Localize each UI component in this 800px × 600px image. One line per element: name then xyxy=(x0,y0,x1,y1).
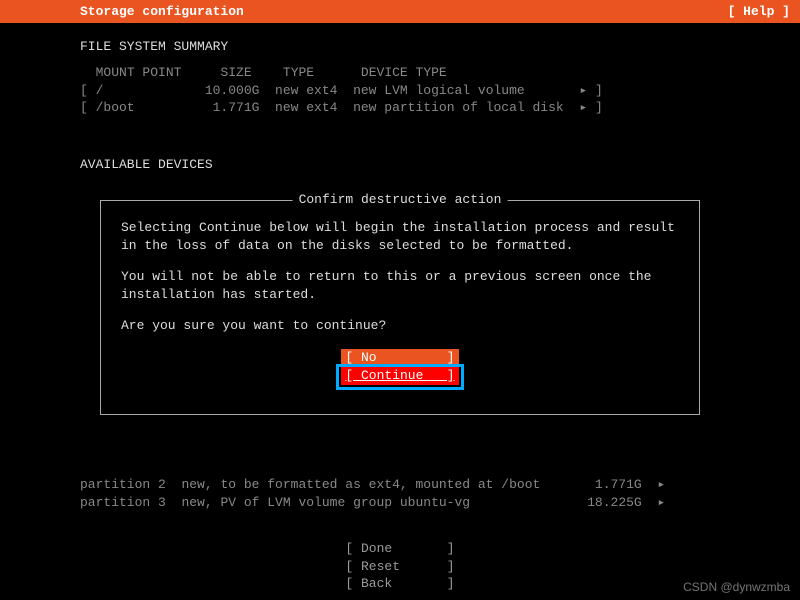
watermark: CSDN @dynwzmba xyxy=(683,580,790,594)
footer-buttons: [ Done ] [ Reset ] [ Back ] xyxy=(0,540,800,593)
fs-summary-title: FILE SYSTEM SUMMARY xyxy=(80,39,720,54)
dialog-text: Selecting Continue below will begin the … xyxy=(121,219,679,254)
title-bar: Storage configuration [ Help ] xyxy=(0,0,800,23)
dialog-text: Are you sure you want to continue? xyxy=(121,317,679,335)
fs-summary-table: MOUNT POINT SIZE TYPE DEVICE TYPE [ / 10… xyxy=(80,64,720,117)
continue-highlight: [ Continue ] xyxy=(336,364,463,390)
chevron-right-icon: ▸ xyxy=(657,495,665,510)
reset-button[interactable]: [ Reset ] xyxy=(345,559,454,574)
back-button[interactable]: [ Back ] xyxy=(345,576,454,591)
fs-row[interactable]: [ /boot 1.771G new ext4 new partition of… xyxy=(80,99,720,117)
page-title: Storage configuration xyxy=(10,4,244,19)
chevron-right-icon: ▸ xyxy=(657,477,665,492)
available-devices-title: AVAILABLE DEVICES xyxy=(80,157,720,172)
confirm-dialog: Confirm destructive action Selecting Con… xyxy=(100,200,700,415)
continue-button[interactable]: [ Continue ] xyxy=(341,367,458,385)
fs-header-row: MOUNT POINT SIZE TYPE DEVICE TYPE xyxy=(80,64,720,82)
dialog-title: Confirm destructive action xyxy=(293,192,508,207)
chevron-right-icon: ▸ ] xyxy=(579,83,602,98)
dialog-text: You will not be able to return to this o… xyxy=(121,268,679,303)
partition-row[interactable]: partition 3 new, PV of LVM volume group … xyxy=(80,494,760,512)
help-button[interactable]: [ Help ] xyxy=(728,4,790,19)
chevron-right-icon: ▸ ] xyxy=(579,100,602,115)
partition-list: partition 2 new, to be formatted as ext4… xyxy=(80,476,760,511)
fs-row[interactable]: [ / 10.000G new ext4 new LVM logical vol… xyxy=(80,82,720,100)
done-button[interactable]: [ Done ] xyxy=(345,541,454,556)
partition-row[interactable]: partition 2 new, to be formatted as ext4… xyxy=(80,476,760,494)
main-content: FILE SYSTEM SUMMARY MOUNT POINT SIZE TYP… xyxy=(0,39,800,172)
